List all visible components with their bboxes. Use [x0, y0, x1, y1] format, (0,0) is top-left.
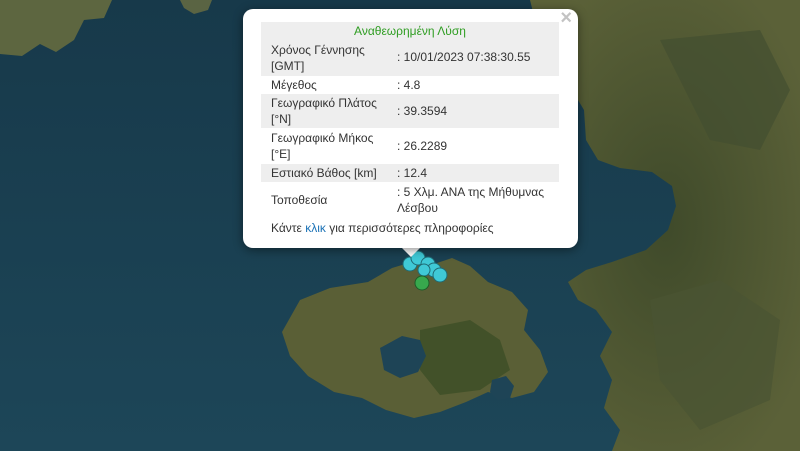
earthquake-info-popup: × Αναθεωρημένη Λύση Χρόνος Γέννησης [GMT… — [243, 8, 578, 248]
earthquake-marker[interactable] — [432, 267, 448, 283]
row-longitude: Γεωγραφικό Μήκος [°E] : 26.2289 — [261, 128, 559, 164]
close-icon[interactable]: × — [560, 8, 572, 28]
row-latitude: Γεωγραφικό Πλάτος [°N] : 39.3594 — [261, 94, 559, 128]
more-info-link[interactable]: κλικ — [305, 221, 326, 235]
row-origin-time: Χρόνος Γέννησης [GMT] : 10/01/2023 07:38… — [261, 40, 559, 76]
more-info-text: Κάντε κλικ για περισσότερες πληροφορίες — [271, 221, 494, 235]
label-depth: Εστιακό Βάθος [km] — [271, 166, 377, 180]
label-magnitude: Μέγεθος — [271, 78, 317, 92]
row-magnitude: Μέγεθος : 4.8 — [261, 76, 559, 94]
label-origin-time: Χρόνος Γέννησης [GMT] — [271, 43, 365, 73]
value-location: : 5 Χλμ. ΑΝΑ της Μήθυμνας Λέσβου — [397, 185, 545, 215]
row-location: Τοποθεσία : 5 Χλμ. ΑΝΑ της Μήθυμνας Λέσβ… — [261, 182, 559, 218]
label-longitude: Γεωγραφικό Μήκος [°E] — [271, 131, 374, 161]
value-longitude: : 26.2289 — [397, 139, 448, 153]
value-magnitude: : 4.8 — [397, 78, 421, 92]
label-latitude: Γεωγραφικό Πλάτος [°N] — [271, 96, 377, 126]
value-latitude: : 39.3594 — [397, 104, 448, 118]
earthquake-marker[interactable] — [417, 263, 431, 277]
earthquake-marker-selected[interactable] — [414, 275, 430, 291]
more-info-prefix: Κάντε — [271, 221, 306, 235]
more-info-suffix: για περισσότερες πληροφορίες — [325, 221, 494, 235]
label-location: Τοποθεσία — [271, 193, 328, 207]
popup-title: Αναθεωρημένη Λύση — [261, 22, 559, 40]
value-depth: : 12.4 — [397, 166, 428, 180]
row-depth: Εστιακό Βάθος [km] : 12.4 — [261, 164, 559, 182]
value-origin-time: : 10/01/2023 07:38:30.55 — [397, 50, 531, 64]
